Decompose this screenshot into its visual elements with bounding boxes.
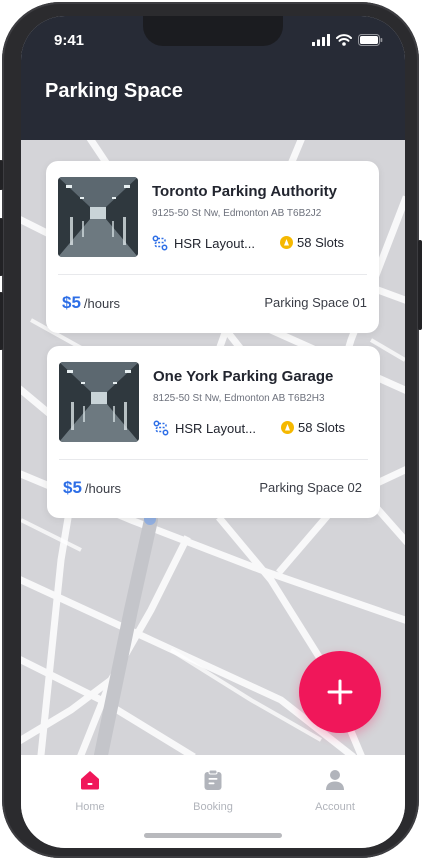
status-icons xyxy=(312,34,383,46)
price-unit: /hours xyxy=(83,296,121,311)
parking-thumbnail xyxy=(58,177,138,257)
phone-frame: 9:41 Parking Space Toronto Parking Autho… xyxy=(0,2,422,858)
layout-info: HSR Layout... xyxy=(152,235,255,251)
parking-name: Toronto Parking Authority xyxy=(152,183,337,200)
clipboard-icon xyxy=(204,769,222,790)
battery-icon xyxy=(358,34,383,46)
parking-card[interactable]: One York Parking Garage 8125-50 St Nw, E… xyxy=(47,346,380,518)
slot-badge-icon xyxy=(281,421,294,434)
wifi-icon xyxy=(336,34,352,46)
slots-info: 58 Slots xyxy=(280,235,344,250)
parking-meta: HSR Layout... 58 Slots xyxy=(153,420,345,436)
nav-item-booking[interactable]: Booking xyxy=(163,769,263,813)
layout-info: HSR Layout... xyxy=(153,420,256,436)
slots-info: 58 Slots xyxy=(281,420,345,435)
parking-card[interactable]: Toronto Parking Authority 9125-50 St Nw,… xyxy=(46,161,379,333)
layout-label: HSR Layout... xyxy=(175,420,256,436)
side-button-left-top xyxy=(0,160,3,190)
status-time: 9:41 xyxy=(54,32,85,49)
nav-item-home[interactable]: Home xyxy=(40,769,140,813)
home-icon xyxy=(81,771,99,790)
screen: 9:41 Parking Space Toronto Parking Autho… xyxy=(21,16,405,848)
parking-address: 9125-50 St Nw, Edmonton AB T6B2J2 xyxy=(152,208,322,219)
card-divider xyxy=(59,459,368,460)
slots-label: 58 Slots xyxy=(298,420,345,435)
notch xyxy=(143,16,283,46)
parking-meta: HSR Layout... 58 Slots xyxy=(152,235,344,251)
side-button-left-mid xyxy=(0,218,3,276)
price-amount: $5 xyxy=(62,293,81,312)
nav-label-account: Account xyxy=(315,801,355,813)
app-header: 9:41 Parking Space xyxy=(21,16,405,140)
price-unit: /hours xyxy=(84,481,122,496)
price: $5 /hours xyxy=(63,478,121,498)
slots-label: 58 Slots xyxy=(297,235,344,250)
price: $5 /hours xyxy=(62,293,120,313)
route-icon xyxy=(153,420,169,436)
price-amount: $5 xyxy=(63,478,82,497)
parking-name: One York Parking Garage xyxy=(153,368,334,385)
add-parking-button[interactable] xyxy=(299,651,381,733)
signal-icon xyxy=(312,34,330,46)
parking-space-label: Parking Space 01 xyxy=(264,295,367,310)
home-indicator[interactable] xyxy=(144,833,282,838)
nav-item-account[interactable]: Account xyxy=(285,769,385,813)
layout-label: HSR Layout... xyxy=(174,235,255,251)
parking-address: 8125-50 St Nw, Edmonton AB T6B2H3 xyxy=(153,393,325,404)
user-icon xyxy=(326,770,344,790)
slot-badge-icon xyxy=(280,236,293,249)
route-icon xyxy=(152,235,168,251)
side-button-right xyxy=(418,240,422,330)
nav-label-home: Home xyxy=(75,801,105,813)
card-divider xyxy=(58,274,367,275)
nav-label-booking: Booking xyxy=(193,801,233,813)
plus-icon xyxy=(327,679,353,705)
parking-thumbnail xyxy=(59,362,139,442)
side-button-left-bottom xyxy=(0,292,3,350)
parking-space-label: Parking Space 02 xyxy=(259,480,362,495)
page-title: Parking Space xyxy=(45,80,183,102)
